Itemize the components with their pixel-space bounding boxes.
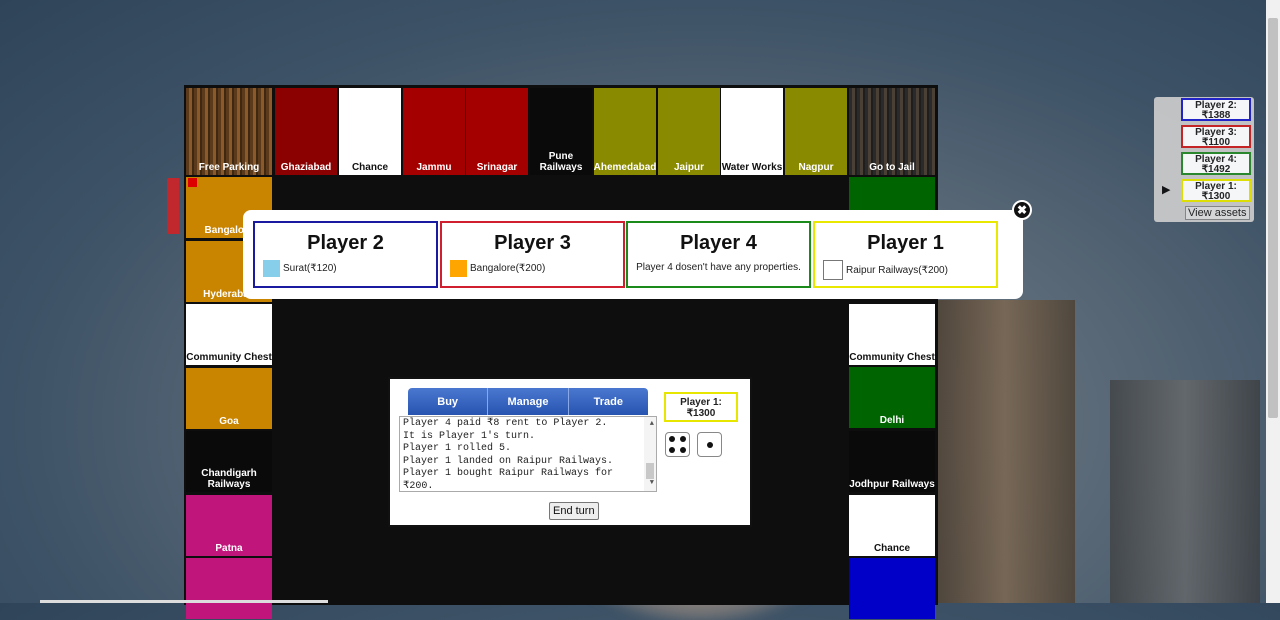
asset-card-player-1: Player 1 Raipur Railways(₹200)	[813, 221, 998, 288]
asset-card-player-4: Player 4 Player 4 dosen't have any prope…	[626, 221, 811, 288]
board-space[interactable]: Ahemedabad	[594, 88, 656, 175]
board-space-label: Chandigarh Railways	[201, 468, 257, 490]
current-turn-arrow-icon: ▶	[1162, 184, 1171, 196]
scroll-up-icon[interactable]: ▲	[650, 418, 654, 431]
player-money: ₹1388	[1201, 110, 1231, 121]
player-token	[188, 178, 197, 187]
board-space[interactable]: Goa	[186, 367, 272, 429]
board-space[interactable]: Jodhpur Railways	[849, 431, 935, 492]
board-space-label: Ahemedabad	[593, 162, 657, 173]
property-label: Bangalore(₹200)	[470, 263, 546, 274]
board-space[interactable]: Jaipur	[658, 88, 720, 175]
asset-card-title: Player 3	[494, 232, 571, 254]
action-tabs: Buy Manage Trade	[408, 388, 648, 415]
players-panel: Player 2: ₹1388 Player 3: ₹1100 Player 4…	[1154, 97, 1254, 222]
player-card[interactable]: Player 3: ₹1100	[1181, 125, 1251, 148]
player-money: ₹1492	[1201, 164, 1231, 175]
asset-card-title: Player 1	[867, 232, 944, 254]
board-space[interactable]: Community Chest	[186, 304, 272, 365]
board-space[interactable]: Patna	[186, 494, 272, 556]
board-space[interactable]: Free Parking	[186, 88, 272, 175]
log-line: Player 1 rolled 5.	[403, 443, 512, 455]
player-money: ₹1100	[1201, 137, 1231, 148]
board-space-label: Water Works	[721, 162, 783, 173]
board-space-label: Delhi	[879, 415, 905, 426]
board-space-label: Goa	[219, 415, 239, 427]
board-space-label: Jammu	[416, 162, 452, 173]
property-label: Raipur Railways(₹200)	[846, 264, 948, 276]
tab-trade[interactable]: Trade	[569, 388, 648, 415]
board-space[interactable]: Nagpur	[785, 88, 847, 175]
property-item[interactable]: Surat(₹120)	[263, 260, 337, 277]
background-building	[1110, 380, 1260, 603]
player-money: ₹1300	[1201, 191, 1231, 202]
log-line: ₹200.	[403, 480, 434, 492]
log-scrollbar[interactable]: ▲ ▼	[644, 417, 656, 491]
player-card[interactable]: Player 4: ₹1492	[1181, 152, 1251, 175]
property-swatch	[263, 260, 280, 277]
board-space[interactable]: Jammu	[403, 88, 465, 175]
board-space-label: Pune Railways	[539, 151, 583, 173]
property-swatch	[450, 260, 467, 277]
property-item[interactable]: Raipur Railways(₹200)	[823, 260, 948, 280]
board-space[interactable]: Delhi	[849, 367, 935, 428]
assets-modal: Player 2 Surat(₹120) Player 3 Bangalore(…	[243, 210, 1023, 299]
tab-buy[interactable]: Buy	[408, 388, 489, 415]
current-player-box: Player 1: ₹1300	[664, 392, 738, 422]
board-space-label: Community Chest	[186, 352, 272, 363]
property-swatch	[823, 260, 843, 280]
board-space-label: Community Chest	[849, 352, 935, 363]
end-turn-button[interactable]: End turn	[549, 502, 599, 520]
board-space-label: Patna	[215, 542, 243, 554]
game-board: Free Parking Ghaziabad Chance Jammu Srinagar…	[184, 85, 938, 619]
board-space-label: Ghaziabad	[280, 162, 332, 173]
log-line: Player 1 landed on Raipur Railways.	[403, 455, 614, 467]
log-line: Player 1 bought Raipur Railways for	[403, 468, 614, 480]
board-space-label: Srinagar	[476, 162, 518, 173]
board-space[interactable]: Srinagar	[466, 88, 528, 175]
background-building	[935, 300, 1075, 603]
page-scroll-thumb[interactable]	[1268, 18, 1278, 418]
board-space[interactable]	[186, 558, 272, 619]
board-space[interactable]: Go to Jail	[849, 88, 935, 175]
side-tab[interactable]	[167, 178, 179, 234]
board-space[interactable]	[849, 558, 935, 619]
player-card[interactable]: Player 1: ₹1300	[1181, 179, 1251, 202]
board-space-label: Nagpur	[798, 162, 834, 173]
view-assets-button[interactable]: View assets	[1185, 206, 1250, 220]
board-space[interactable]: Pune Railways	[530, 88, 592, 175]
game-log[interactable]: Player 4 paid ₹8 rent to Player 2. It is…	[399, 416, 657, 492]
asset-card-player-3: Player 3 Bangalore(₹200)	[440, 221, 625, 288]
current-player-name: Player 1:	[680, 397, 722, 408]
close-icon[interactable]: ✖	[1012, 200, 1032, 220]
board-space[interactable]: Water Works	[721, 88, 783, 175]
board-space-label: Go to Jail	[869, 162, 915, 173]
board-space[interactable]: Chandigarh Railways	[186, 431, 272, 492]
board-space-label: Jodhpur Railways	[849, 479, 935, 490]
log-line: It is Player 1's turn.	[403, 430, 536, 442]
asset-card-player-2: Player 2 Surat(₹120)	[253, 221, 438, 288]
asset-card-title: Player 2	[307, 232, 384, 254]
log-line: Player 4 paid ₹8 rent to Player 2.	[403, 418, 608, 429]
player-card[interactable]: Player 2: ₹1388	[1181, 98, 1251, 121]
board-space[interactable]: Chance	[849, 495, 935, 556]
board-space[interactable]: Community Chest	[849, 304, 935, 365]
board-space-label: Jaipur	[673, 162, 704, 173]
asset-card-title: Player 4	[680, 232, 757, 254]
board-space[interactable]: Chance	[339, 88, 401, 175]
board-space[interactable]: Ghaziabad	[275, 88, 337, 175]
page-scrollbar[interactable]	[1266, 0, 1280, 603]
tab-manage[interactable]: Manage	[488, 388, 569, 415]
die-four-icon	[665, 432, 690, 457]
board-space-label: Free Parking	[198, 162, 260, 173]
no-properties-text: Player 4 dosen't have any properties.	[636, 262, 801, 273]
die-one-icon	[697, 432, 722, 457]
scroll-down-icon[interactable]: ▼	[650, 477, 654, 490]
board-space-label: Chance	[873, 543, 911, 554]
current-player-money: ₹1300	[686, 408, 716, 419]
property-label: Surat(₹120)	[283, 263, 337, 274]
board-space-label: Chance	[351, 162, 389, 173]
control-panel: Buy Manage Trade Player 4 paid ₹8 rent t…	[388, 377, 752, 527]
property-item[interactable]: Bangalore(₹200)	[450, 260, 545, 277]
